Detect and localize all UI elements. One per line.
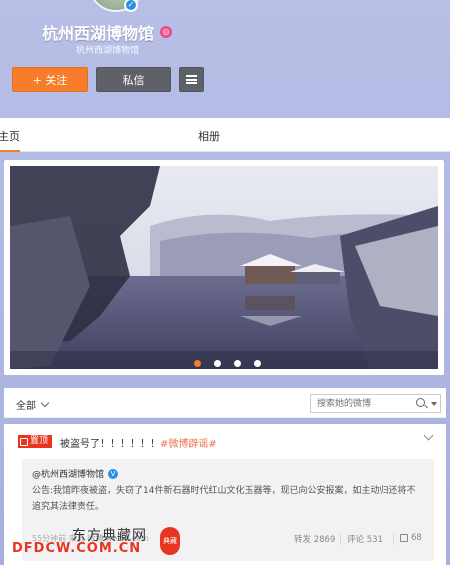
repost-count: 转发 2869 [294, 535, 336, 545]
photo-carousel[interactable] [4, 160, 444, 375]
repost-author[interactable]: @杭州西湖博物馆 V [32, 467, 119, 480]
divider [340, 533, 341, 545]
pinned-post: 置顶 被盗号了！！！！！！#微博辟谣# @杭州西湖博物馆 V 公告:我馆昨夜被盗… [4, 424, 446, 565]
post-body: 被盗号了！！！！！！ [60, 439, 160, 450]
pinned-badge: 置顶 [18, 435, 53, 448]
carousel-dot[interactable] [254, 360, 261, 367]
verified-icon: V [108, 468, 119, 479]
divider [393, 533, 394, 545]
carousel-image [10, 166, 438, 369]
carousel-dot[interactable] [214, 360, 221, 367]
tab-album[interactable]: 相册 [198, 128, 220, 144]
follow-button[interactable]: + 关注 [12, 67, 88, 92]
repost-button[interactable]: 转发 2869 [294, 533, 335, 545]
verified-icon: ✓ [124, 0, 138, 12]
repost-meta: 55分钟前 来自 微博 weibo.com [32, 534, 149, 543]
profile-name: 杭州西湖博物馆 [42, 24, 155, 43]
vip-badge-icon[interactable]: ◎ [160, 26, 173, 38]
hashtag-link[interactable]: #微博辟谣# [160, 439, 217, 450]
profile-tabs: 主页 相册 [0, 118, 450, 152]
tab-home[interactable]: 主页 [0, 128, 20, 144]
thumbs-up-icon [400, 534, 408, 542]
filter-all-label: 全部 [16, 401, 36, 412]
comment-count: 评论 531 [347, 535, 383, 545]
carousel-dots [194, 360, 261, 367]
post-options-chevron-icon[interactable] [423, 430, 434, 441]
search-icon[interactable] [416, 398, 425, 407]
comment-button[interactable]: 评论 531 [347, 533, 383, 545]
like-count: 68 [411, 533, 422, 543]
tab-active-indicator [0, 150, 20, 152]
caret-down-icon[interactable] [431, 402, 437, 406]
carousel-dot[interactable] [194, 360, 201, 367]
reposted-content: @杭州西湖博物馆 V 公告:我馆昨夜被盗，失窃了14件新石器时代红山文化玉器等，… [22, 459, 434, 561]
chevron-down-icon [40, 398, 50, 408]
pin-icon [20, 437, 28, 446]
post-text: 被盗号了！！！！！！#微博辟谣# [60, 435, 217, 450]
message-button[interactable]: 私信 [96, 67, 171, 92]
filter-all-dropdown[interactable]: 全部 [16, 397, 50, 412]
more-menu-button[interactable] [179, 67, 204, 92]
profile-name-row: 杭州西湖博物馆 ◎ [42, 20, 173, 44]
carousel-dot[interactable] [234, 360, 241, 367]
repost-author-name: @杭州西湖博物馆 [32, 470, 105, 480]
repost-body: 公告:我馆昨夜被盗，失窃了14件新石器时代红山文化玉器等，现已向公安报案，如主动… [32, 486, 416, 512]
profile-subname: 杭州西湖博物馆 [76, 46, 140, 56]
like-button[interactable]: 68 [400, 533, 422, 543]
pinned-label: 置顶 [30, 436, 49, 446]
menu-icon [186, 75, 197, 84]
feed-filter-bar: 全部 [4, 388, 446, 418]
